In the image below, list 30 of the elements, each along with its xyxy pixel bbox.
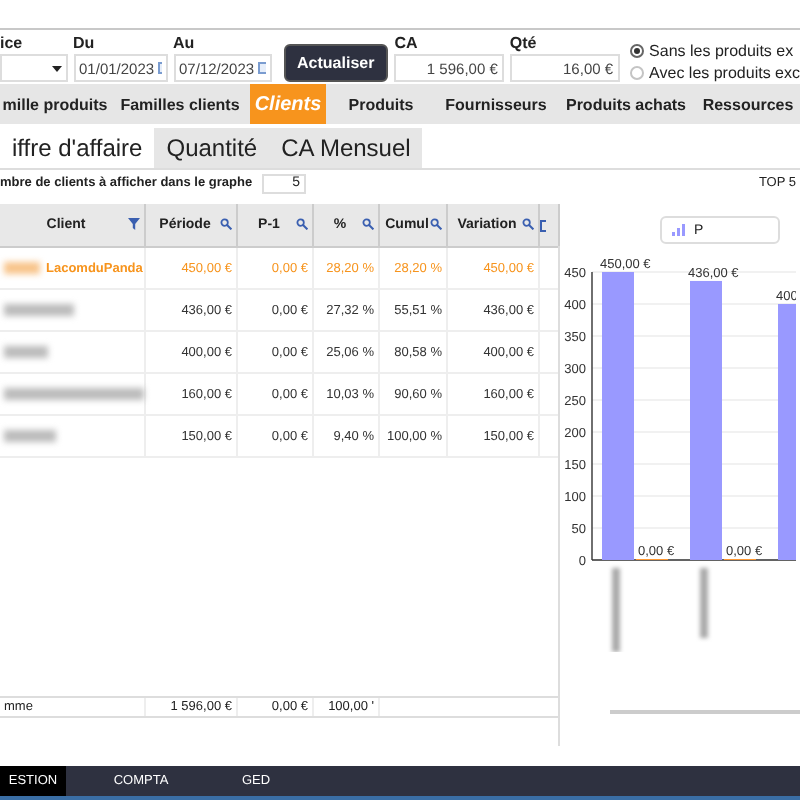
field-label: Qté <box>509 34 539 54</box>
refresh-button[interactable]: Actualiser <box>283 44 389 82</box>
tab[interactable]: CA Mensuel <box>269 128 423 168</box>
search-icon[interactable] <box>220 218 232 230</box>
radio-label: Avec les produits exc <box>649 64 800 82</box>
radio-button[interactable] <box>629 66 644 80</box>
redacted-label <box>700 568 708 638</box>
tab[interactable]: Quantité <box>154 128 270 168</box>
tab[interactable]: Produits <box>326 84 436 124</box>
radio-label: Sans les produits ex <box>649 42 794 60</box>
search-icon[interactable] <box>430 218 442 230</box>
bar-chart-icon <box>672 224 686 236</box>
redacted-label <box>612 568 620 652</box>
tab[interactable]: Familles clients <box>110 84 250 124</box>
tab[interactable]: Ressources <box>696 84 800 124</box>
search-icon[interactable] <box>362 218 374 230</box>
tab[interactable]: Fournisseurs <box>436 84 556 124</box>
caret-icon <box>51 65 62 71</box>
field-label: ice <box>0 34 25 54</box>
radio-button[interactable] <box>629 44 644 58</box>
field-label: CA <box>394 34 420 54</box>
filter-icon[interactable] <box>128 218 140 230</box>
search-icon[interactable] <box>296 218 308 230</box>
column-chooser-icon[interactable] <box>540 204 560 246</box>
field-label: Au <box>173 34 197 54</box>
tab[interactable]: Produits achats <box>556 84 696 124</box>
search-icon[interactable] <box>522 218 534 230</box>
tab[interactable]: mille produits <box>0 84 110 124</box>
scrollbar[interactable] <box>610 710 800 714</box>
field-label: Du <box>73 34 97 54</box>
